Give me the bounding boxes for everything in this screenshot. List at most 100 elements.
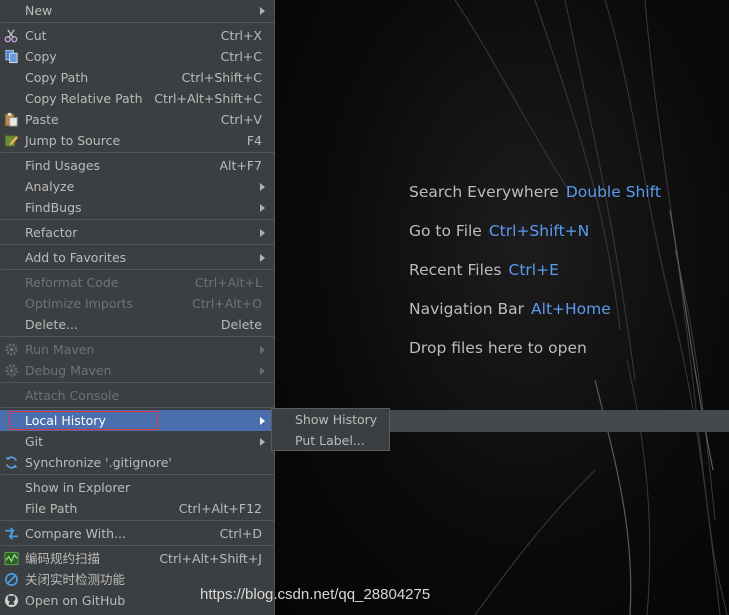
hint-go-to-file: Go to File Ctrl+Shift+N [409,222,661,261]
menu-item-findbugs[interactable]: FindBugs [0,197,274,218]
menu-item-shortcut: Ctrl+Alt+O [192,296,262,311]
menu-item-delete[interactable]: Delete... Delete [0,314,274,335]
hint-navigation-bar: Navigation Bar Alt+Home [409,300,661,339]
menu-item-synchronize-gitignore[interactable]: Synchronize '.gitignore' [0,452,274,473]
menu-item-attach-console[interactable]: Attach Console [0,385,274,406]
menu-item-optimize-imports[interactable]: Optimize Imports Ctrl+Alt+O [0,293,274,314]
github-icon [4,593,19,608]
menu-item-shortcut: Ctrl+X [220,28,262,43]
hint-recent-files: Recent Files Ctrl+E [409,261,661,300]
gear-icon [5,343,18,356]
gear-icon [5,364,18,377]
menu-item-shortcut: Delete [220,317,262,332]
menu-item-label: New [25,3,53,18]
menu-item-jump-to-source[interactable]: Jump to Source F4 [0,130,274,151]
menu-item-label: Reformat Code [25,275,119,290]
menu-item-debug-maven[interactable]: Debug Maven [0,360,274,381]
menu-item-label: Copy [25,49,57,64]
menu-item-copy[interactable]: Copy Ctrl+C [0,46,274,67]
menu-item-label: Jump to Source [25,133,121,148]
hint-search-everywhere: Search Everywhere Double Shift [409,183,661,222]
menu-item-paste[interactable]: Paste Ctrl+V [0,109,274,130]
menu-item-shortcut: Ctrl+Alt+F12 [178,501,262,516]
compare-icon [4,527,19,540]
menu-item-shortcut: Ctrl+C [220,49,262,64]
copy-icon [5,49,18,64]
menu-item-analyze[interactable]: Analyze [0,176,274,197]
menu-item-shortcut: Ctrl+V [220,112,262,127]
submenu-arrow-icon [260,7,265,15]
submenu-arrow-icon [260,417,265,425]
menu-item-label: Debug Maven [25,363,112,378]
menu-item-label: Find Usages [25,158,101,173]
menu-item-reformat-code[interactable]: Reformat Code Ctrl+Alt+L [0,272,274,293]
watermark-url: https://blog.csdn.net/qq_28804275 [200,586,431,603]
hint-label: Drop files here to open [409,339,587,357]
disable-icon [5,573,18,586]
menu-item-label: 关闭实时检测功能 [25,572,126,587]
editor-hints: Search Everywhere Double Shift Go to File… [409,183,661,378]
submenu-arrow-icon [260,367,265,375]
menu-item-shortcut: Ctrl+Alt+Shift+C [154,91,262,106]
edit-pencil-icon [4,135,19,147]
menu-item-label: 编码规约扫描 [25,551,101,566]
submenu-item-show-history[interactable]: Show History [295,409,377,430]
hint-shortcut: Ctrl+Shift+N [488,222,590,240]
menu-item-new[interactable]: New [0,0,274,21]
menu-item-label: FindBugs [25,200,82,215]
paste-icon [4,112,18,127]
menu-item-git[interactable]: Git [0,431,274,452]
menu-item-shortcut: Alt+F7 [219,158,262,173]
menu-item-copy-path[interactable]: Copy Path Ctrl+Shift+C [0,67,274,88]
menu-item-label: Local History [25,413,106,428]
menu-item-label: Analyze [25,179,75,194]
menu-item-add-to-favorites[interactable]: Add to Favorites [0,247,274,268]
menu-item-label: Cut [25,28,47,43]
menu-item-label: Optimize Imports [25,296,134,311]
local-history-submenu: Show History Put Label... [271,408,390,451]
scissors-icon [4,29,18,43]
menu-item-local-history[interactable]: Local History [0,410,274,431]
menu-item-code-scan[interactable]: 编码规约扫描 Ctrl+Alt+Shift+J [0,548,274,569]
menu-item-label: Git [25,434,44,449]
submenu-arrow-icon [260,254,265,262]
submenu-item-put-label[interactable]: Put Label... [295,430,365,451]
editor-empty-area: Search Everywhere Double Shift Go to File… [275,0,729,615]
hint-drop-files: Drop files here to open [409,339,661,378]
menu-item-compare-with[interactable]: Compare With... Ctrl+D [0,523,274,544]
menu-item-label: Synchronize '.gitignore' [25,455,172,470]
menu-item-shortcut: F4 [246,133,262,148]
menu-item-label: Run Maven [25,342,95,357]
menu-item-label: Delete... [25,317,78,332]
menu-item-cut[interactable]: Cut Ctrl+X [0,25,274,46]
menu-item-shortcut: Ctrl+Alt+Shift+J [159,551,262,566]
menu-item-label: Compare With... [25,526,126,541]
submenu-arrow-icon [260,204,265,212]
menu-item-label: Refactor [25,225,78,240]
menu-item-show-in-explorer[interactable]: Show in Explorer [0,477,274,498]
menu-item-label: Attach Console [25,388,120,403]
project-context-menu: New Cut Ctrl+X Copy Ctrl+C Copy Path Ctr… [0,0,275,615]
submenu-arrow-icon [260,346,265,354]
menu-item-label: Copy Path [25,70,89,85]
hint-label: Recent Files [409,261,502,279]
hint-shortcut: Double Shift [565,183,661,201]
menu-item-file-path[interactable]: File Path Ctrl+Alt+F12 [0,498,274,519]
sync-icon [5,456,18,469]
menu-item-run-maven[interactable]: Run Maven [0,339,274,360]
menu-item-label: Add to Favorites [25,250,127,265]
menu-item-find-usages[interactable]: Find Usages Alt+F7 [0,155,274,176]
menu-item-label: Show in Explorer [25,480,131,495]
menu-item-shortcut: Ctrl+D [219,526,262,541]
hint-label: Navigation Bar [409,300,525,318]
menu-item-shortcut: Ctrl+Shift+C [181,70,262,85]
scan-icon [4,551,19,566]
menu-item-label: Open on GitHub [25,593,126,608]
menu-item-refactor[interactable]: Refactor [0,222,274,243]
hint-shortcut: Alt+Home [531,300,611,318]
hint-label: Search Everywhere [409,183,559,201]
menu-item-label: Paste [25,112,59,127]
submenu-arrow-icon [260,183,265,191]
menu-item-copy-relative-path[interactable]: Copy Relative Path Ctrl+Alt+Shift+C [0,88,274,109]
menu-item-label: Copy Relative Path [25,91,143,106]
